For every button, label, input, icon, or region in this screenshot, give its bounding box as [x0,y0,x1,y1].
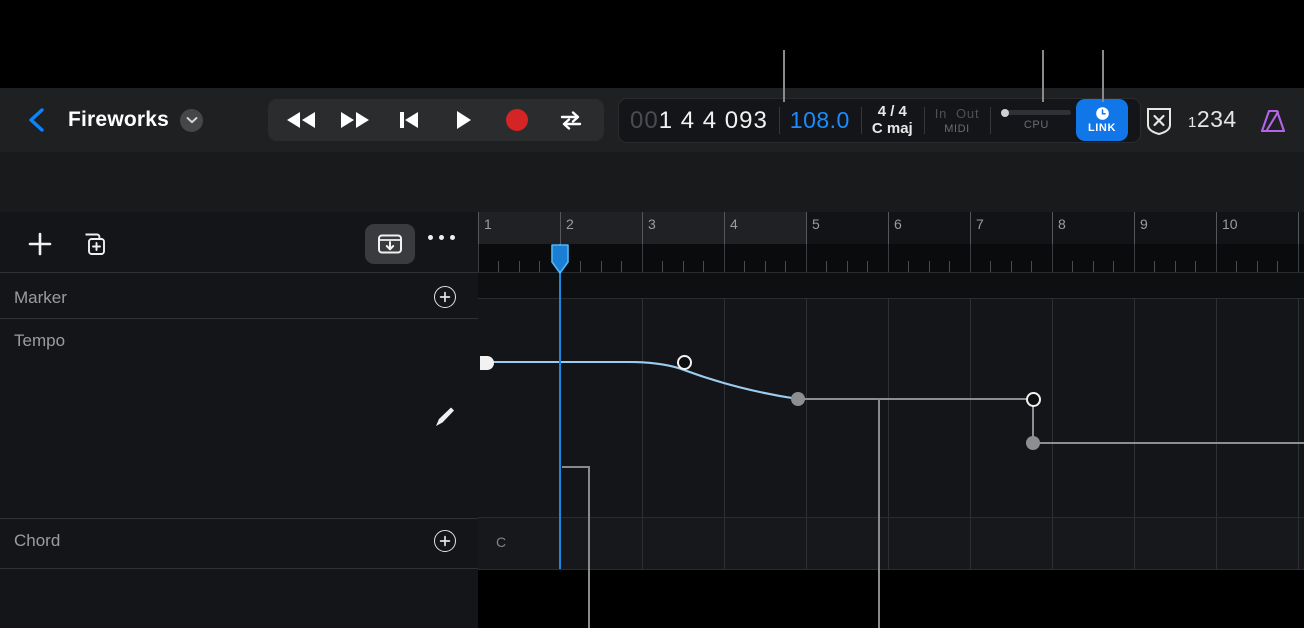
metronome-icon [1260,109,1286,133]
fast-forward-icon [341,112,369,128]
callout-line-tempo-h [562,466,590,468]
lcd-cpu-segment[interactable]: CPU [990,99,1082,142]
pencil-icon [436,407,454,426]
import-into-box-icon [378,234,402,254]
automation-node-hollow[interactable] [1026,392,1041,407]
record-icon [506,109,528,131]
fast-forward-button[interactable] [328,100,382,140]
add-marker-button[interactable] [434,286,456,308]
lcd-midi-segment[interactable]: In Out MIDI [923,99,991,142]
count-in-first-digit: 1 [1188,114,1197,131]
play-icon [457,111,471,129]
tempo-curve[interactable] [478,212,1304,628]
go-to-beginning-button[interactable] [382,100,436,140]
time-signature: 4 / 4 [877,103,907,120]
project-disclosure-button[interactable] [180,108,204,132]
midi-in-label: In [934,105,948,121]
skip-to-start-icon [400,112,418,128]
timeline-area[interactable]: 1 2 3 4 5 6 7 8 9 10 11 [478,212,1304,628]
tempo-value: 108.0 [789,107,850,133]
chevron-left-icon [29,108,44,132]
callout-line-automation [878,398,880,628]
tempo-node-hollow[interactable] [677,355,692,370]
cpu-meter [1001,108,1072,117]
header-divider [0,272,478,273]
chevron-down-icon [186,117,197,124]
tempo-edit-button[interactable] [432,404,458,435]
key-signature: C maj [871,119,913,137]
midi-io-row: In Out [935,106,980,122]
count-in-rest-digits: 234 [1196,106,1237,132]
track-more-button[interactable] [428,235,455,240]
track-headers-panel [0,212,478,628]
lcd-position-segment[interactable]: 001 4 4 093 [619,99,779,142]
shield-x-icon [1146,108,1171,136]
play-button[interactable] [436,100,490,140]
ellipsis-dot [450,235,455,240]
duplicate-track-button[interactable] [81,231,109,264]
logic-pro-window: Fireworks 001 4 4 093 108.0 4 / 4 C maj … [0,0,1304,628]
transport-controls [268,99,604,141]
marker-track-label: Marker [14,288,67,307]
position-value: 1 4 4 093 [658,106,768,134]
plus-circle-icon [439,535,451,547]
lcd-signature-segment[interactable]: 4 / 4 C maj [860,99,924,142]
add-track-button[interactable] [26,230,54,263]
callout-line-count-in [1042,50,1044,102]
no-draw-button[interactable] [1143,104,1174,137]
tempo-node-start[interactable] [480,356,494,370]
cycle-loop-icon [560,111,582,130]
playhead-handle[interactable] [550,244,570,274]
chord-track-label: Chord [14,531,61,550]
header-divider [0,568,478,569]
playhead-flag-icon [551,244,569,274]
import-button[interactable] [365,224,415,264]
back-button[interactable] [20,103,54,137]
clock-icon [1095,107,1109,120]
midi-out-label: Out [956,105,980,121]
page-title: Fireworks [68,108,170,131]
automation-segment-h2[interactable] [1032,442,1304,444]
lcd-tempo-segment[interactable]: 108.0 [778,99,861,142]
rewind-button[interactable] [274,100,328,140]
tempo-node-filled[interactable] [791,392,805,406]
count-in-button[interactable]: 1234 [1188,106,1237,133]
ableton-link-button[interactable]: LINK [1076,99,1128,141]
add-copy-icon [85,233,105,255]
automation-node-filled[interactable] [1026,436,1040,450]
view-toolbar: Trim [0,152,1304,353]
rewind-icon [287,112,315,128]
playhead-line[interactable] [559,244,561,569]
add-chord-button[interactable] [434,530,456,552]
cycle-button[interactable] [544,100,598,140]
link-label: LINK [1087,122,1117,134]
plus-circle-icon [439,291,451,303]
automation-segment-h1[interactable] [798,398,1034,400]
plus-icon [28,232,52,256]
callout-line-lcd [783,50,785,102]
header-divider [0,518,478,519]
record-button[interactable] [490,100,544,140]
cpu-label: CPU [1023,119,1049,131]
lcd-display[interactable]: 001 4 4 093 108.0 4 / 4 C maj In Out MID… [618,98,1142,143]
position-leading-zeros: 00 [630,106,659,134]
tempo-track-label: Tempo [14,331,66,350]
callout-line-tempo-v [588,466,590,628]
midi-label: MIDI [944,123,970,136]
callout-line-link [1102,50,1104,102]
metronome-button[interactable] [1256,104,1290,138]
ellipsis-dot [428,235,433,240]
playhead-position: 001 4 4 093 [630,107,768,135]
ellipsis-dot [439,235,444,240]
header-divider [0,318,478,319]
